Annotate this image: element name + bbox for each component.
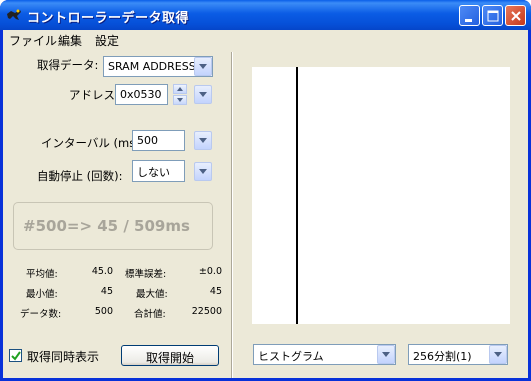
sum-label: 合計値: [134,309,166,320]
start-acquire-button[interactable]: 取得開始 [121,345,219,366]
histogram-bar [296,67,298,324]
address-label: アドレス: [69,88,119,102]
menu-file[interactable]: ファイル [9,32,57,49]
acquire-data-value: SRAM ADDRESS [108,60,196,73]
address-dropdown-button[interactable] [194,85,212,104]
max-label: 最大値: [136,289,168,300]
checkmark-icon [11,351,21,361]
window-title: コントローラーデータ取得 [27,11,190,26]
close-icon [511,11,521,21]
mean-value: 45.0 [91,266,113,277]
autostop-input[interactable]: しない [132,160,185,182]
menu-settings[interactable]: 設定 [95,32,119,49]
show-on-acquire-checkbox[interactable] [9,349,22,362]
client-area: ファイル 編集 設定 取得データ: SRAM ADDRESS アドレス: 0x0… [3,30,528,378]
chevron-down-icon[interactable] [194,57,212,76]
address-value: 0x0530 [120,88,162,101]
stepper-up-icon[interactable] [173,84,187,94]
count-label: データ数: [20,309,62,320]
status-box: #500=> 45 / 509ms [13,202,213,250]
interval-input[interactable]: 500 [132,130,185,151]
max-value: 45 [209,286,222,297]
autostop-dropdown-button[interactable] [194,162,212,181]
graph-area[interactable] [252,67,510,324]
maximize-button[interactable] [482,5,503,26]
interval-dropdown-button[interactable] [194,131,212,150]
chevron-down-icon[interactable] [489,345,507,364]
stderr-label: 標準誤差: [125,269,167,280]
min-value: 45 [100,286,113,297]
division-value: 256分割(1) [413,350,472,363]
maximize-icon [487,10,499,22]
autostop-value: しない [137,166,170,179]
division-select[interactable]: 256分割(1) [408,344,508,365]
close-button[interactable] [505,5,526,26]
interval-label: インターバル (ms): [41,136,144,150]
minimize-button[interactable] [459,5,480,26]
stderr-value: ±0.0 [198,266,222,277]
count-value: 500 [94,306,113,317]
controller-app-icon [7,9,21,20]
chevron-down-icon [199,169,207,174]
sum-value: 22500 [191,306,222,317]
status-text: #500=> 45 / 509ms [23,217,190,235]
min-label: 最小値: [26,289,58,300]
menu-edit[interactable]: 編集 [58,32,82,49]
address-input[interactable]: 0x0530 [115,84,168,105]
acquire-data-label: 取得データ: [37,58,99,72]
address-stepper[interactable] [173,84,187,105]
interval-value: 500 [137,134,158,147]
controls-panel: 取得データ: SRAM ADDRESS アドレス: 0x0530 インターバル … [3,50,229,378]
autostop-label: 自動停止 (回数): [37,169,123,183]
panel-splitter[interactable] [231,52,233,378]
app-window: コントローラーデータ取得 ファイル 編集 設定 取得データ: SRAM ADDR… [0,0,531,381]
start-acquire-label: 取得開始 [145,351,194,365]
acquire-data-select[interactable]: SRAM ADDRESS [103,56,213,77]
mean-label: 平均値: [26,269,58,280]
graph-mode-select[interactable]: ヒストグラム [253,344,396,365]
chevron-down-icon [199,92,207,97]
stepper-down-icon[interactable] [173,95,187,105]
show-on-acquire-label[interactable]: 取得同時表示 [27,348,99,365]
chevron-down-icon[interactable] [377,345,395,364]
minimize-icon [465,19,472,22]
menu-bar: ファイル 編集 設定 [3,30,528,49]
chevron-down-icon [199,138,207,143]
title-bar[interactable]: コントローラーデータ取得 [0,0,531,30]
graph-mode-value: ヒストグラム [258,350,324,363]
